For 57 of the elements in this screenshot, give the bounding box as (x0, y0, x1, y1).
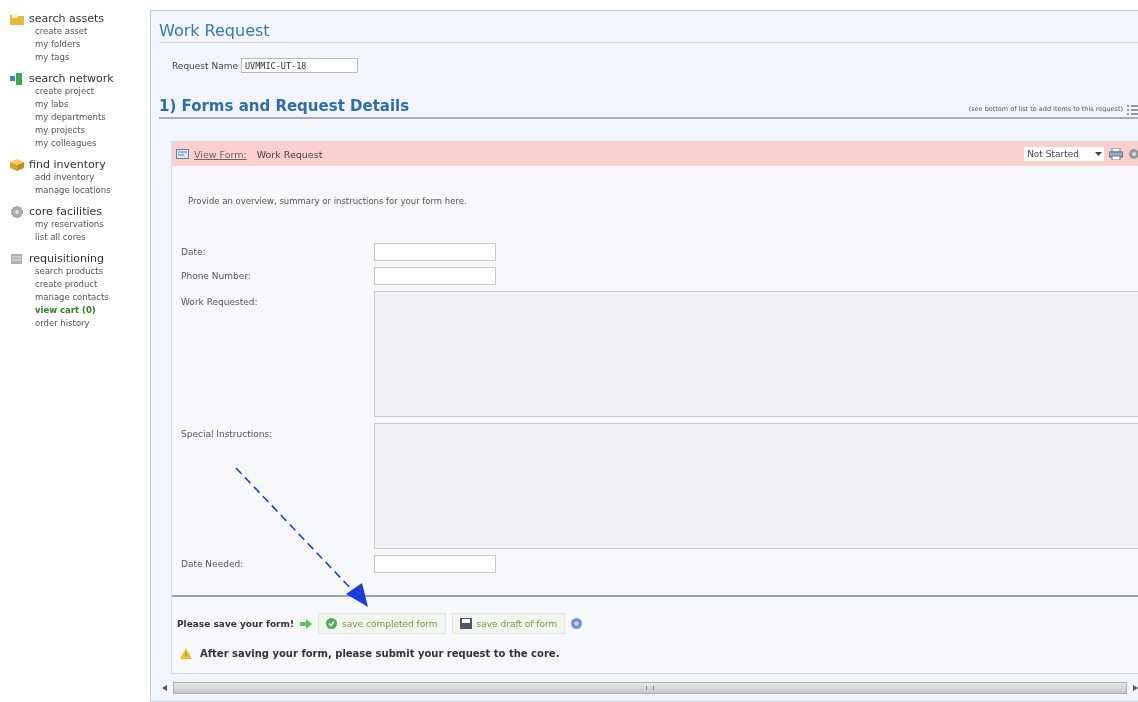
sidebar-link[interactable]: search products (35, 265, 150, 278)
input-field[interactable] (374, 243, 496, 261)
sidebar-link[interactable]: my labs (35, 98, 150, 111)
sidebar-link[interactable]: manage contacts (35, 291, 150, 304)
sidebar-heading[interactable]: search assets (29, 12, 105, 25)
save-prompt: Please save your form! (177, 618, 295, 629)
scroll-left-icon[interactable] (162, 685, 167, 691)
cart-icon (10, 252, 24, 265)
sidebar-heading[interactable]: core facilities (29, 205, 103, 218)
sidebar-link[interactable]: my tags (35, 51, 150, 64)
scroll-right-icon[interactable] (1133, 685, 1138, 691)
sidebar-link[interactable]: create project (35, 85, 150, 98)
input-field[interactable] (374, 555, 496, 573)
sidebar-link[interactable]: add inventory (35, 171, 150, 184)
print-icon[interactable] (1109, 148, 1123, 160)
sidebar-link[interactable]: my folders (35, 38, 150, 51)
help-icon[interactable] (571, 618, 583, 629)
view-form-link[interactable]: View Form: (194, 148, 247, 160)
field-label: Date: (181, 247, 207, 257)
sidebar-heading[interactable]: requisitioning (29, 252, 104, 265)
folder-icon (10, 12, 24, 25)
form-icon (176, 149, 189, 159)
horizontal-scrollbar[interactable] (162, 682, 1138, 694)
sidebar-link[interactable]: view cart (0) (35, 304, 150, 317)
settings-icon[interactable] (1128, 148, 1138, 160)
caret-icon (1095, 152, 1102, 156)
sidebar-link[interactable]: create product (35, 278, 150, 291)
network-icon (10, 72, 24, 85)
request-name-field[interactable]: UVMMIC-UT-18 (241, 58, 358, 73)
gear-icon (10, 205, 24, 218)
field-label: Phone Number: (181, 271, 252, 281)
form-instructions: Provide an overview, summary or instructions for your form here. (188, 196, 468, 206)
field-label: Work Requested: (181, 297, 259, 307)
status-dropdown[interactable]: Not Started (1024, 147, 1104, 161)
check-icon (326, 618, 338, 629)
field-label: Date Needed: (181, 559, 245, 569)
sidebar-link[interactable]: my departments (35, 111, 150, 124)
sidebar-link[interactable]: list all cores (35, 231, 150, 244)
sidebar-link[interactable]: my colleagues (35, 137, 150, 150)
sidebar-link[interactable]: order history (35, 317, 150, 330)
sidebar-link[interactable]: manage locations (35, 184, 150, 197)
sidebar-heading[interactable]: find inventory (29, 158, 106, 171)
sidebar-link[interactable]: my projects (35, 124, 150, 137)
warning-text: After saving your form, please submit your request to the core. (200, 648, 560, 659)
warning-icon (180, 648, 192, 659)
form-name: Work Request (256, 148, 323, 160)
section-title: 1) Forms and Request Details (159, 97, 411, 115)
sidebar-link[interactable]: my reservations (35, 218, 150, 231)
sidebar-heading[interactable]: search network (29, 72, 114, 85)
list-icon[interactable] (1127, 105, 1138, 115)
arrow-right-icon (300, 618, 313, 629)
box-icon (10, 158, 24, 171)
page-title: Work Request (159, 21, 1138, 43)
sidebar-link[interactable]: create asset (35, 25, 150, 38)
field-label: Request Name (172, 60, 238, 71)
input-field[interactable] (374, 267, 496, 285)
field-label: Special Instructions: (181, 429, 274, 439)
